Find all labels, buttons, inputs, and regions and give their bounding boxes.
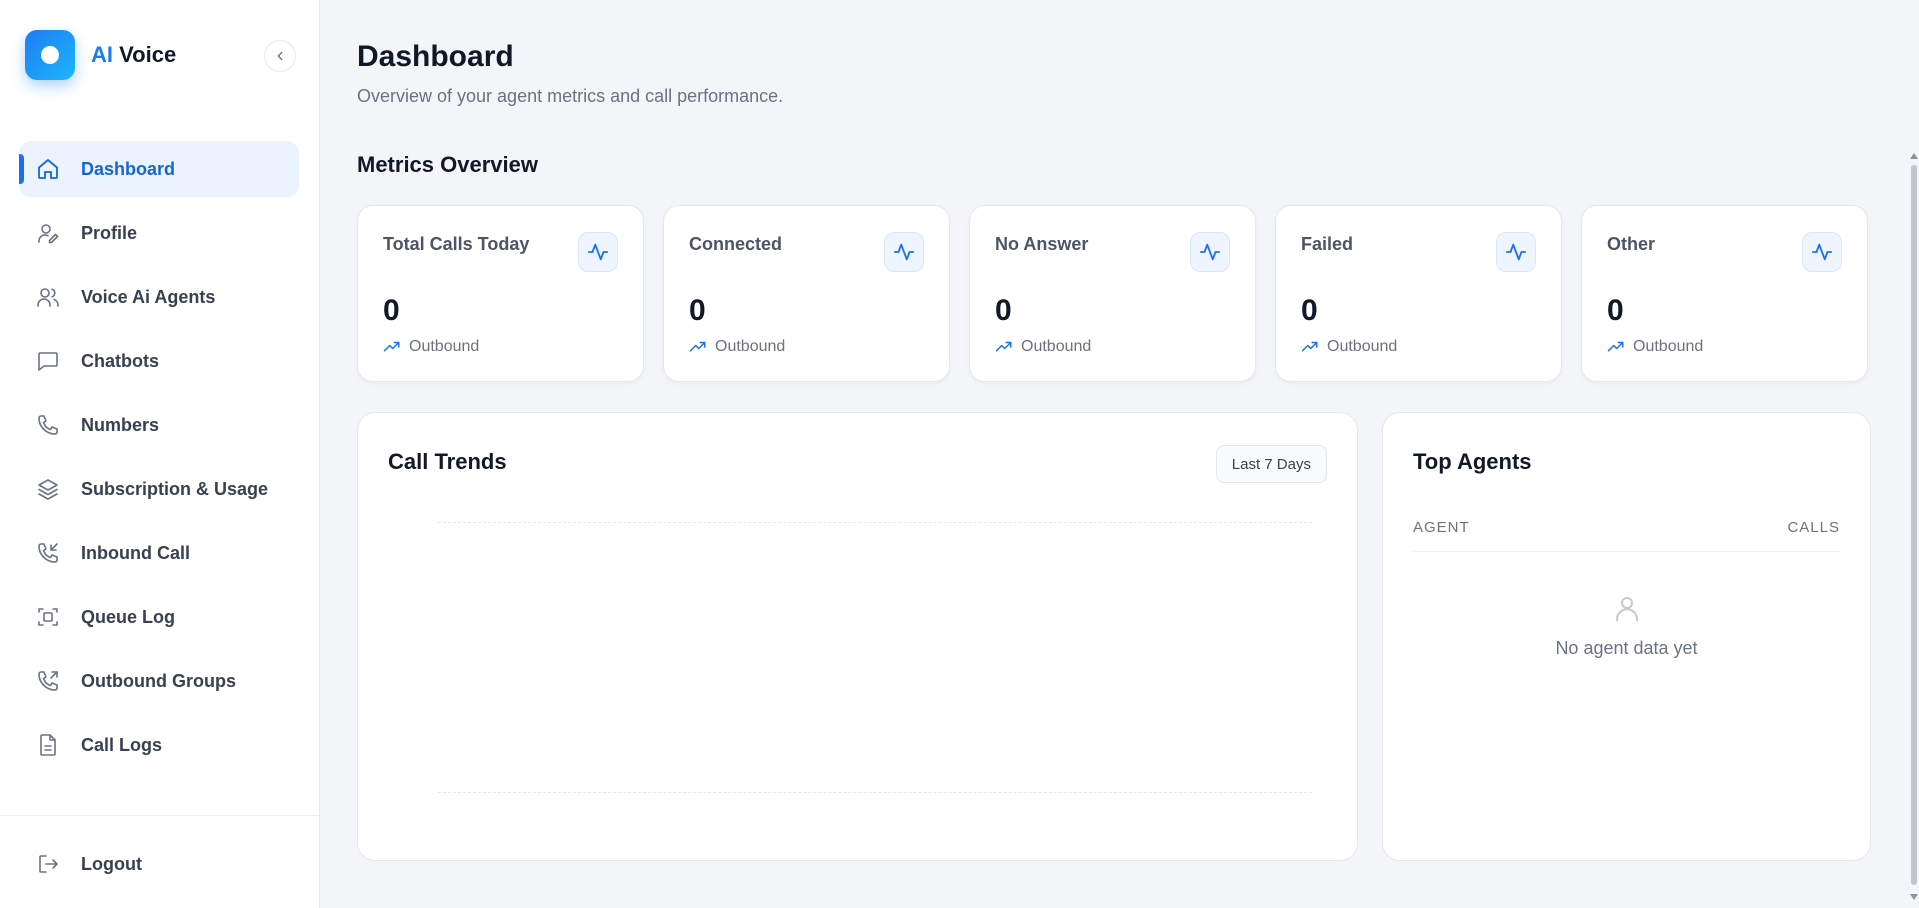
metric-sub: Outbound bbox=[1301, 338, 1397, 356]
metric-sub-label: Outbound bbox=[409, 338, 480, 355]
sidebar-item-voice-ai-agents[interactable]: Voice Ai Agents bbox=[19, 269, 299, 325]
page-subtitle: Overview of your agent metrics and call … bbox=[357, 86, 784, 106]
metric-sub-label: Outbound bbox=[1021, 338, 1092, 355]
trending-up-icon bbox=[689, 341, 706, 352]
sidebar-item-label: Subscription & Usage bbox=[81, 478, 269, 499]
metric-sub: Outbound bbox=[995, 338, 1091, 356]
logout-icon bbox=[35, 851, 61, 877]
user-icon bbox=[1615, 597, 1638, 622]
trending-up-icon bbox=[383, 341, 400, 352]
scan-icon bbox=[35, 604, 61, 630]
sidebar-item-label: Profile bbox=[81, 222, 138, 243]
chevron-left-icon bbox=[277, 51, 283, 61]
metric-value: 0 bbox=[1301, 294, 1318, 327]
sidebar: AI Voice Dashboard Profile Voice Ai Agen… bbox=[0, 0, 320, 908]
sidebar-item-subscription-usage[interactable]: Subscription & Usage bbox=[19, 461, 299, 517]
chart-gridline bbox=[438, 522, 1312, 523]
metrics-section-title: Metrics Overview bbox=[357, 152, 538, 177]
activity-icon bbox=[1802, 232, 1842, 272]
metric-label: Other bbox=[1607, 234, 1656, 254]
phone-outgoing-icon bbox=[35, 668, 61, 694]
metric-card-failed: Failed 0 Outbound bbox=[1275, 205, 1562, 382]
sidebar-item-profile[interactable]: Profile bbox=[19, 205, 299, 261]
top-agents-card: Top Agents AGENT CALLS No agent data yet bbox=[1382, 412, 1871, 861]
scroll-up-arrow-icon[interactable] bbox=[1910, 153, 1918, 159]
metric-sub: Outbound bbox=[383, 338, 479, 356]
phone-icon bbox=[35, 412, 61, 438]
sidebar-item-label: Queue Log bbox=[81, 606, 175, 627]
scroll-down-arrow-icon[interactable] bbox=[1910, 894, 1918, 900]
metric-label: Failed bbox=[1301, 234, 1354, 254]
metric-card-connected: Connected 0 Outbound bbox=[663, 205, 950, 382]
trending-up-icon bbox=[1301, 341, 1318, 352]
empty-state: No agent data yet bbox=[1383, 593, 1870, 659]
chart-gridline bbox=[438, 792, 1312, 793]
metric-value: 0 bbox=[689, 294, 706, 327]
activity-icon bbox=[1496, 232, 1536, 272]
app-logo-icon bbox=[25, 30, 75, 80]
metric-sub-label: Outbound bbox=[1327, 338, 1398, 355]
sidebar-item-call-logs[interactable]: Call Logs bbox=[19, 717, 299, 773]
metric-card-other: Other 0 Outbound bbox=[1581, 205, 1868, 382]
top-agents-title: Top Agents bbox=[1413, 449, 1532, 474]
sidebar-item-label: Numbers bbox=[81, 414, 160, 435]
sidebar-item-outbound-groups[interactable]: Outbound Groups bbox=[19, 653, 299, 709]
top-agents-table-header: AGENT CALLS bbox=[1413, 503, 1840, 552]
sidebar-item-label: Outbound Groups bbox=[81, 670, 236, 691]
sidebar-item-label: Chatbots bbox=[81, 350, 159, 371]
metrics-row: Total Calls Today 0 Outbound Connected 0… bbox=[357, 205, 1870, 382]
sidebar-item-label: Call Logs bbox=[81, 734, 163, 755]
metric-value: 0 bbox=[995, 294, 1012, 327]
sidebar-item-dashboard[interactable]: Dashboard bbox=[19, 141, 299, 197]
page-scrollbar[interactable] bbox=[1910, 150, 1919, 908]
metric-label: No Answer bbox=[995, 234, 1089, 254]
call-trends-card: Call Trends Last 7 Days bbox=[357, 412, 1358, 861]
brand-word: Voice bbox=[119, 42, 177, 67]
column-header-calls: CALLS bbox=[1787, 518, 1840, 536]
metric-sub-label: Outbound bbox=[715, 338, 786, 355]
collapse-sidebar-button[interactable] bbox=[264, 40, 296, 72]
metric-sub-label: Outbound bbox=[1633, 338, 1704, 355]
metric-sub: Outbound bbox=[1607, 338, 1703, 356]
sidebar-item-label: Voice Ai Agents bbox=[81, 286, 216, 307]
chat-icon bbox=[35, 348, 61, 374]
sidebar-item-numbers[interactable]: Numbers bbox=[19, 397, 299, 453]
sidebar-item-label: Dashboard bbox=[81, 158, 176, 179]
logout-button[interactable]: Logout bbox=[35, 836, 142, 892]
metric-value: 0 bbox=[1607, 294, 1624, 327]
call-trends-title: Call Trends bbox=[388, 449, 507, 474]
brand-accent: AI bbox=[91, 42, 113, 67]
sidebar-item-inbound-call[interactable]: Inbound Call bbox=[19, 525, 299, 581]
sidebar-item-chatbots[interactable]: Chatbots bbox=[19, 333, 299, 389]
activity-icon bbox=[884, 232, 924, 272]
page-title: Dashboard bbox=[357, 40, 514, 73]
sidebar-divider bbox=[0, 815, 319, 816]
metric-sub: Outbound bbox=[689, 338, 785, 356]
sidebar-item-label: Inbound Call bbox=[81, 542, 190, 563]
users-icon bbox=[35, 284, 61, 310]
sidebar-nav: Dashboard Profile Voice Ai Agents Chatbo… bbox=[19, 141, 299, 781]
user-edit-icon bbox=[35, 220, 61, 246]
metric-card-total-calls-today: Total Calls Today 0 Outbound bbox=[357, 205, 644, 382]
metric-card-no-answer: No Answer 0 Outbound bbox=[969, 205, 1256, 382]
phone-incoming-icon bbox=[35, 540, 61, 566]
trending-up-icon bbox=[1607, 341, 1624, 352]
metric-value: 0 bbox=[383, 294, 400, 327]
empty-state-text: No agent data yet bbox=[1555, 638, 1698, 658]
brand-name: AI Voice bbox=[91, 42, 176, 68]
brand[interactable]: AI Voice bbox=[25, 30, 176, 80]
trending-up-icon bbox=[995, 341, 1012, 352]
activity-icon bbox=[1190, 232, 1230, 272]
activity-icon bbox=[578, 232, 618, 272]
metric-label: Total Calls Today bbox=[383, 234, 530, 254]
logout-label: Logout bbox=[81, 853, 142, 874]
metric-label: Connected bbox=[689, 234, 783, 254]
scrollbar-thumb[interactable] bbox=[1911, 165, 1917, 885]
layers-icon bbox=[35, 476, 61, 502]
column-header-agent: AGENT bbox=[1413, 518, 1470, 536]
date-range-button[interactable]: Last 7 Days bbox=[1215, 445, 1327, 483]
file-icon bbox=[35, 732, 61, 758]
sidebar-item-queue-log[interactable]: Queue Log bbox=[19, 589, 299, 645]
home-icon bbox=[35, 156, 61, 182]
